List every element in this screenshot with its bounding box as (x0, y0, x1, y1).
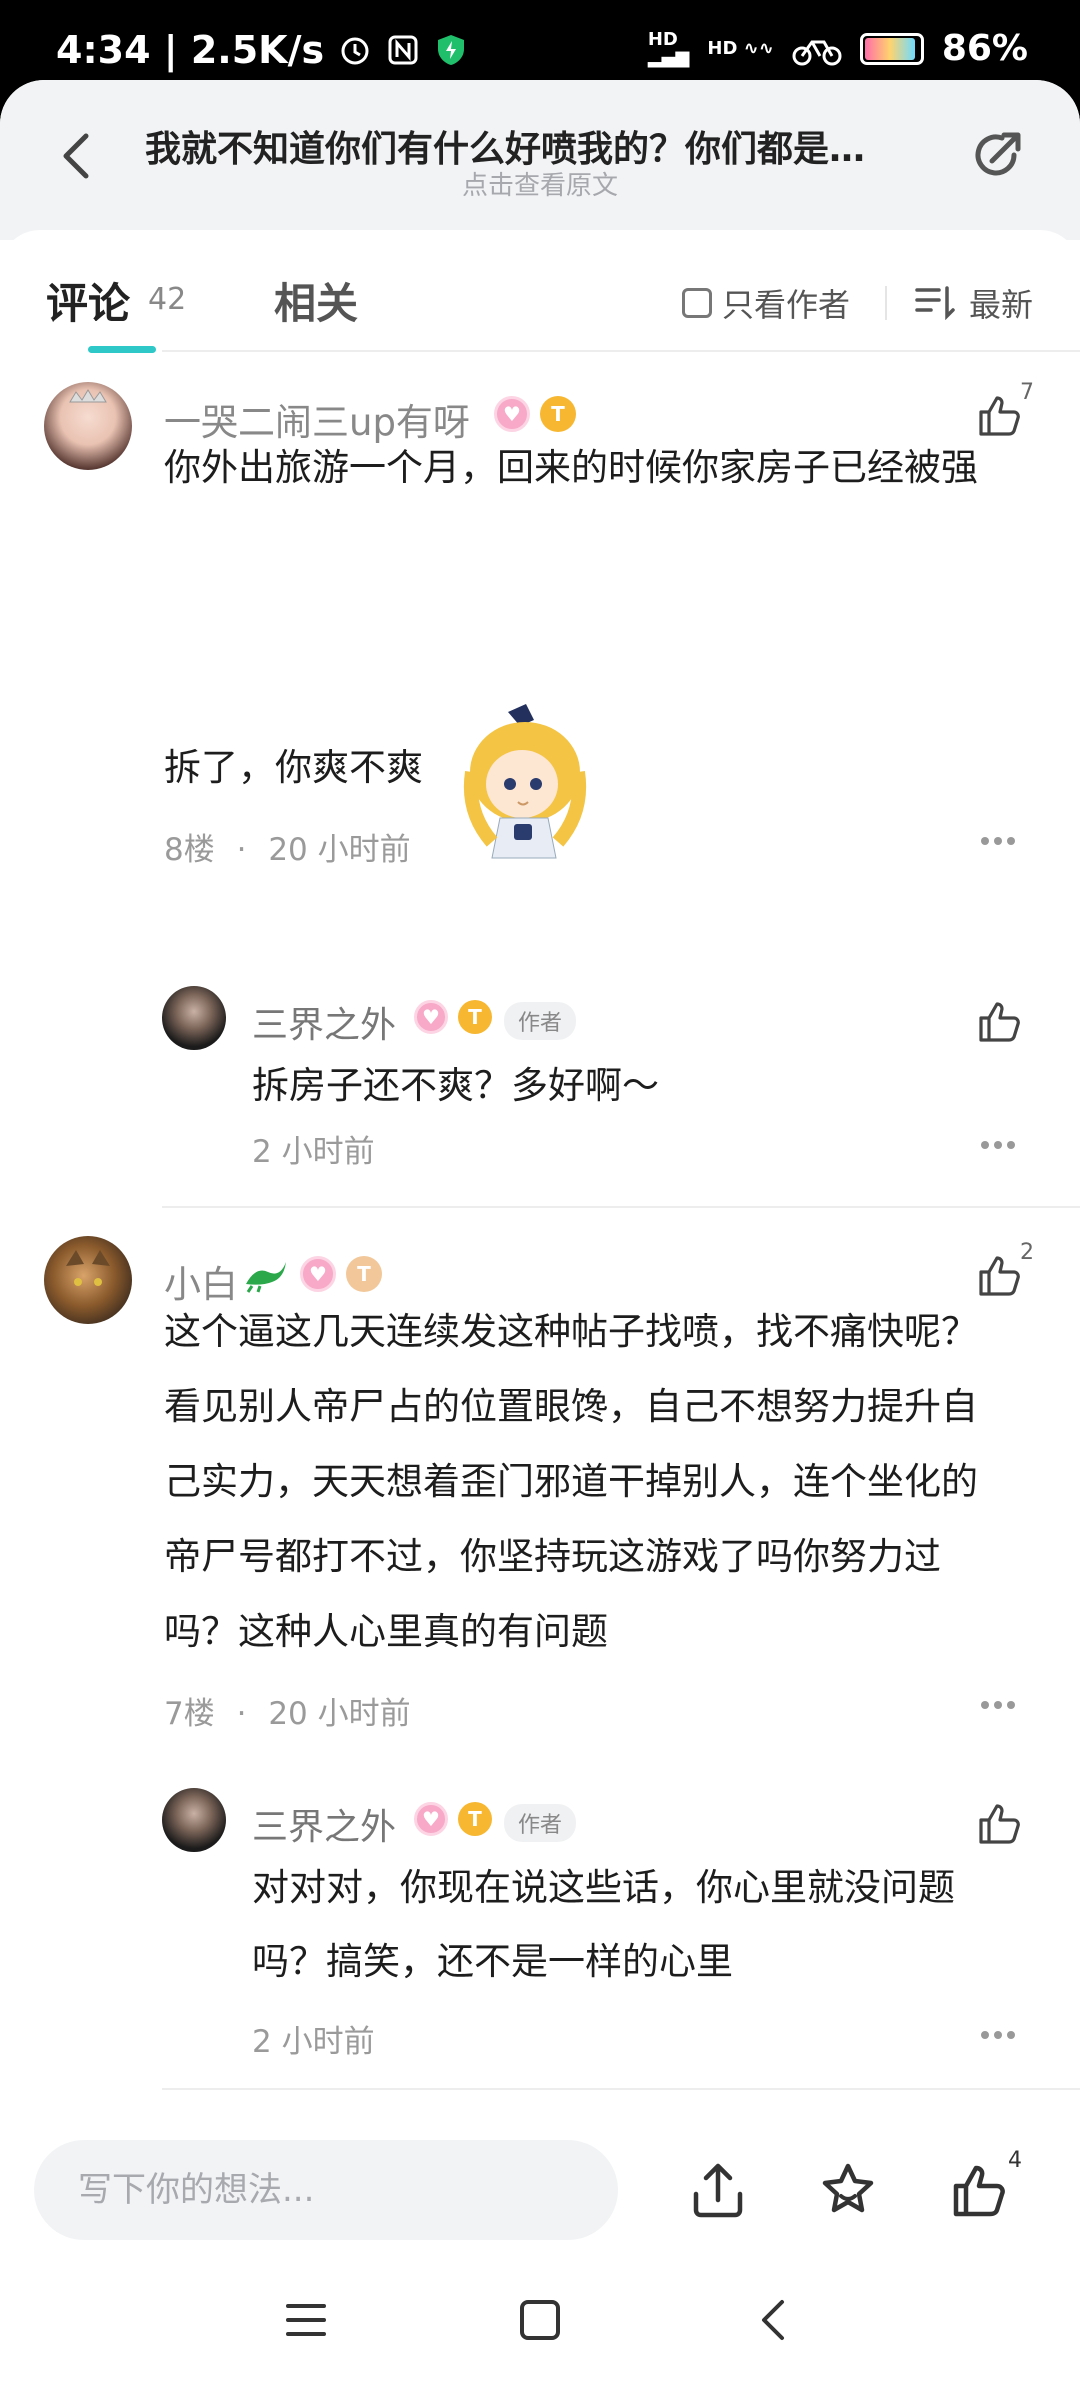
more-icon[interactable] (980, 1700, 1016, 1710)
floor-number: 8楼 (164, 832, 215, 868)
reply-text-line: 吗？搞笑，还不是一样的心里 (252, 1940, 733, 1983)
divider (162, 350, 1080, 352)
shield-icon (438, 35, 465, 65)
home-icon[interactable] (518, 2298, 562, 2342)
back-icon[interactable] (752, 2298, 796, 2342)
reply-text: 拆房子还不爽？多好啊～ (252, 1064, 659, 1107)
level-badge-pink: ♥ (414, 1802, 448, 1836)
status-time-speed: 4:34 | 2.5K/s (56, 28, 325, 72)
hd-signal-2: HD ∿∿ (707, 37, 774, 59)
like-icon[interactable] (976, 1252, 1022, 1298)
reply-username[interactable]: 三界之外 (252, 996, 396, 1048)
tab-comments[interactable]: 评论 (46, 270, 130, 331)
level-badge-gold: T (458, 1802, 492, 1836)
only-author-label: 只看作者 (722, 286, 851, 324)
reply-time: 2 小时前 (252, 1134, 375, 1170)
comment-count: 42 (148, 282, 187, 317)
bottom-action-bar: 写下你的想法... 4 (0, 2110, 1080, 2250)
status-left: 4:34 | 2.5K/s (56, 28, 468, 72)
comment-input[interactable]: 写下你的想法... (34, 2140, 618, 2240)
like-icon[interactable] (976, 998, 1022, 1044)
like-icon[interactable] (976, 1800, 1022, 1846)
divider (885, 286, 887, 320)
like-icon[interactable] (950, 2160, 1010, 2220)
system-nav-bar (0, 2250, 1080, 2400)
view-original-link[interactable]: 点击查看原文 (0, 165, 1080, 202)
avatar[interactable] (44, 382, 132, 470)
like-count: 4 (1008, 2148, 1022, 2173)
like-count: 7 (1020, 380, 1034, 405)
author-tag: 作者 (504, 1002, 577, 1040)
sort-label: 最新 (969, 286, 1034, 324)
sort-icon (915, 286, 955, 320)
level-badge-pink: ♥ (494, 396, 530, 432)
sort-button[interactable]: 最新 (915, 280, 1033, 326)
battery-icon (859, 32, 924, 65)
bike-icon (792, 40, 842, 65)
only-author-checkbox[interactable] (682, 288, 712, 318)
reply-text-line: 对对对，你现在说这些话，你心里就没问题 (252, 1866, 955, 1909)
reply-username[interactable]: 三界之外 (252, 1798, 396, 1850)
favorite-star-icon[interactable] (818, 2160, 878, 2220)
avatar[interactable] (162, 986, 226, 1050)
like-count: 2 (1020, 1240, 1034, 1265)
comment-text-line: 这个逼这几天连续发这种帖子找喷，找不痛快呢？ (164, 1310, 978, 1353)
comment-text-line: 你外出旅游一个月，回来的时候你家房子已经被强 (164, 446, 978, 489)
comment-time: 20 小时前 (268, 832, 411, 868)
sticker-emoji (463, 704, 587, 859)
level-badge-gold: T (458, 1000, 492, 1034)
active-tab-indicator (88, 346, 156, 353)
more-icon[interactable] (980, 836, 1016, 846)
comment-text-line: 帝尸号都打不过，你坚持玩这游戏了吗你努力过 (164, 1535, 941, 1578)
comment-text-line: 吗？这种人心里真的有问题 (164, 1610, 608, 1653)
comment-time: 20 小时前 (268, 1696, 411, 1732)
nfc-icon (388, 35, 418, 65)
comment-meta: 8楼 · 20 小时前 (164, 832, 411, 868)
comment-text-line: 己实力，天天想着歪门邪道干掉别人，连个坐化的 (164, 1460, 978, 1503)
level-badge-gold: T (540, 396, 576, 432)
comment-text-line: 拆了，你爽不爽 (164, 746, 423, 789)
floor-number: 7楼 (164, 1696, 215, 1732)
comment-text-line: 看见别人帝尸占的位置眼馋，自己不想努力提升自 (164, 1385, 978, 1428)
tabs-bar: 评论 42 相关 只看作者 最新 (0, 230, 1080, 353)
more-icon[interactable] (980, 2030, 1016, 2040)
status-right: HD ▂▄▆ HD ∿∿ 86% (648, 28, 1028, 69)
battery-percent: 86% (941, 28, 1028, 69)
only-author-toggle[interactable]: 只看作者 (682, 280, 850, 326)
header: 我就不知道你们有什么好喷我的？你们都是… 点击查看原文 (0, 80, 1080, 240)
author-tag: 作者 (504, 1804, 577, 1842)
level-badge-pink: ♥ (300, 1256, 336, 1292)
comment-sheet: 我就不知道你们有什么好喷我的？你们都是… 点击查看原文 评论 42 相关 只看作… (0, 80, 1080, 2400)
reply-time: 2 小时前 (252, 2024, 375, 2060)
divider (162, 1206, 1080, 1208)
more-icon[interactable] (980, 1140, 1016, 1150)
avatar[interactable] (44, 1236, 132, 1324)
share-icon[interactable] (688, 2160, 748, 2220)
avatar[interactable] (162, 1788, 226, 1852)
level-badge-gold: T (346, 1256, 382, 1292)
comment-meta: 7楼 · 20 小时前 (164, 1696, 411, 1732)
tab-related[interactable]: 相关 (274, 270, 358, 331)
menu-icon[interactable] (284, 2298, 328, 2342)
divider (162, 2088, 1080, 2090)
alarm-icon (341, 37, 369, 65)
dragon-icon (246, 1262, 286, 1293)
hd-signal-1: HD ▂▄▆ (647, 28, 690, 68)
level-badge-pink: ♥ (414, 1000, 448, 1034)
share-icon[interactable] (968, 125, 1028, 185)
